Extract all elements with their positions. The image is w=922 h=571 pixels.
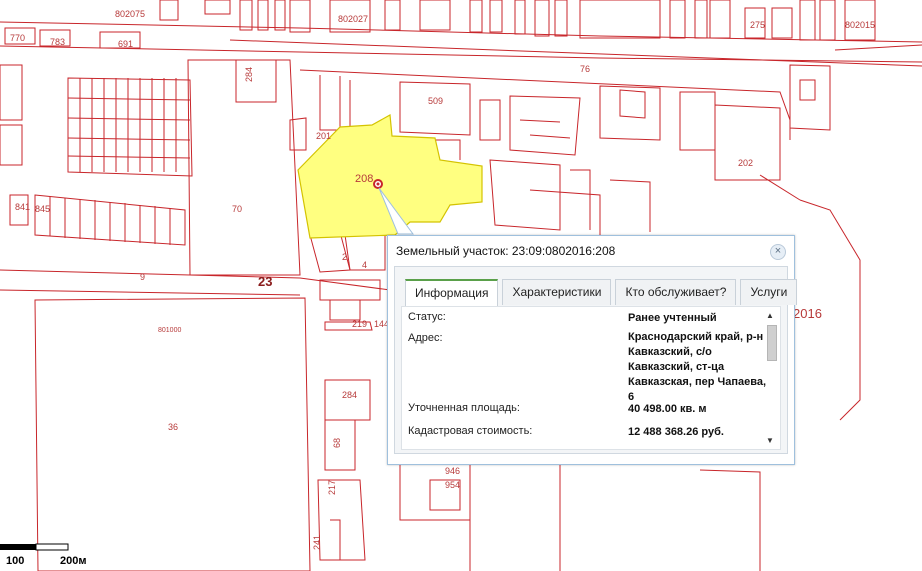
parcel-info-popup: Земельный участок: 23:09:0802016:208 × И… — [387, 235, 798, 465]
tab-who-serves[interactable]: Кто обслуживает? — [615, 279, 737, 305]
scroll-thumb[interactable] — [767, 325, 777, 361]
cadastral-cost-value: 12 488 368.26 руб. — [628, 426, 724, 438]
scale-label-100: 100 — [6, 555, 25, 567]
svg-text:845: 845 — [35, 204, 50, 214]
svg-text:802075: 802075 — [115, 9, 145, 19]
svg-text:802015: 802015 — [845, 20, 875, 30]
svg-text:284: 284 — [342, 390, 357, 400]
popup-title: Земельный участок: 23:09:0802016:208 — [396, 244, 616, 258]
svg-text:783: 783 — [50, 37, 65, 47]
svg-text:802027: 802027 — [338, 14, 368, 24]
status-value: Ранее учтенный — [628, 312, 717, 324]
scale-label-200: 200м — [60, 555, 87, 567]
svg-text:36: 36 — [168, 422, 178, 432]
svg-text:275: 275 — [750, 20, 765, 30]
area-label: Уточненная площадь: — [408, 402, 520, 414]
info-content: Статус: Ранее учтенный Адрес: Краснодарс… — [401, 306, 781, 450]
svg-text:509: 509 — [428, 96, 443, 106]
tabs-panel: Информация Характеристики Кто обслуживае… — [394, 266, 798, 454]
address-value: Краснодарский край, р-н Кавказский, с/о … — [628, 331, 767, 403]
svg-text:9: 9 — [140, 272, 145, 282]
svg-text:770: 770 — [10, 33, 25, 43]
svg-text:946: 946 — [445, 466, 460, 476]
svg-text:68: 68 — [332, 438, 342, 448]
svg-text:76: 76 — [580, 64, 590, 74]
svg-text:208: 208 — [355, 173, 373, 185]
tab-information[interactable]: Информация — [405, 279, 499, 307]
area-value: 40 498.00 кв. м — [628, 403, 707, 415]
svg-text:201: 201 — [316, 131, 331, 141]
scrollbar[interactable]: ▲ ▼ — [765, 309, 777, 445]
cadastral-cost-label: Кадастровая стоимость: — [408, 425, 533, 437]
svg-text:841: 841 — [15, 202, 30, 212]
status-label: Статус: — [408, 311, 446, 323]
svg-text:691: 691 — [118, 39, 133, 49]
tab-services[interactable]: Услуги — [740, 279, 798, 305]
svg-text:2016: 2016 — [793, 306, 822, 321]
scroll-up-icon[interactable]: ▲ — [766, 311, 774, 320]
svg-text:284: 284 — [244, 67, 254, 82]
svg-text:23: 23 — [258, 274, 272, 289]
address-label: Адрес: — [408, 332, 443, 344]
svg-text:241: 241 — [312, 535, 322, 550]
svg-text:2: 2 — [342, 252, 347, 262]
svg-text:219: 219 — [352, 319, 367, 329]
tab-bar: Информация Характеристики Кто обслуживае… — [405, 279, 798, 307]
svg-text:954: 954 — [445, 480, 460, 490]
svg-text:70: 70 — [232, 204, 242, 214]
close-icon[interactable]: × — [770, 244, 786, 260]
svg-text:202: 202 — [738, 158, 753, 168]
scroll-down-icon[interactable]: ▼ — [766, 436, 774, 445]
svg-text:217: 217 — [327, 480, 337, 495]
svg-text:801000: 801000 — [158, 327, 181, 334]
svg-text:4: 4 — [362, 260, 367, 270]
tab-characteristics[interactable]: Характеристики — [502, 279, 612, 305]
